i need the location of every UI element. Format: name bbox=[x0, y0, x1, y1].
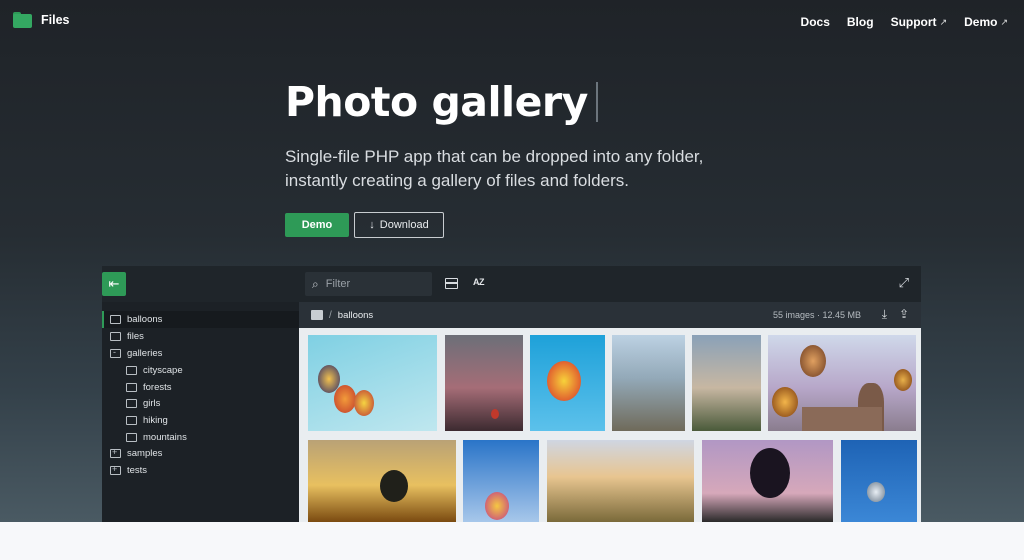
tree-item-galleries[interactable]: galleries bbox=[110, 347, 163, 359]
brand-name: Files bbox=[41, 13, 70, 27]
tree-item-girls[interactable]: girls bbox=[126, 398, 160, 409]
tree-item-samples[interactable]: samples bbox=[110, 447, 163, 459]
folder-icon bbox=[126, 433, 137, 442]
sidebar-toggle-icon[interactable]: ⇤ bbox=[102, 272, 126, 296]
breadcrumb-separator: / bbox=[329, 309, 332, 321]
tree-item-hiking[interactable]: hiking bbox=[126, 415, 168, 426]
nav-link-label: Support bbox=[890, 15, 937, 29]
text-cursor bbox=[595, 82, 598, 122]
download-button[interactable]: ↓ Download bbox=[354, 212, 444, 238]
filter-placeholder: Filter bbox=[325, 278, 351, 290]
sidebar-header: ⇤ bbox=[102, 266, 299, 302]
thumbnail[interactable] bbox=[612, 335, 685, 431]
hero-section: Files Docs Blog Support ↗ Demo ↗ Photo gal… bbox=[0, 0, 1024, 522]
folder-icon bbox=[110, 315, 121, 324]
download-folder-icon[interactable]: ⤓ bbox=[882, 307, 887, 322]
tree-item-label: samples bbox=[127, 448, 163, 459]
fullscreen-icon[interactable]: ⤢ bbox=[899, 275, 909, 291]
tree-item-files[interactable]: files bbox=[110, 331, 144, 342]
tree-item-label: balloons bbox=[127, 314, 163, 325]
thumbnail-grid bbox=[299, 328, 921, 522]
breadcrumb: / balloons 55 images · 12.45 MB ⤓ ⇪ bbox=[299, 302, 921, 328]
tree-item-label: cityscape bbox=[143, 365, 183, 376]
tree-item-label: hiking bbox=[143, 415, 168, 426]
brand[interactable]: Files bbox=[13, 12, 70, 28]
thumbnail[interactable] bbox=[530, 335, 605, 431]
folder-icon bbox=[126, 399, 137, 408]
tree-item-mountains[interactable]: mountains bbox=[126, 432, 187, 443]
home-folder-icon[interactable] bbox=[311, 310, 323, 320]
top-navigation: Files Docs Blog Support ↗ Demo ↗ bbox=[0, 0, 1024, 44]
nav-link-support[interactable]: Support ↗ bbox=[891, 15, 948, 29]
share-icon[interactable]: ⇪ bbox=[899, 307, 909, 321]
thumbnail[interactable] bbox=[702, 440, 833, 522]
thumbnail[interactable] bbox=[445, 335, 523, 431]
download-icon: ↓ bbox=[369, 219, 375, 231]
sort-az-icon[interactable]: AZ bbox=[473, 277, 485, 287]
nav-link-label: Docs bbox=[800, 15, 830, 29]
folder-icon bbox=[126, 383, 137, 392]
tree-item-label: tests bbox=[127, 465, 148, 476]
filter-input[interactable]: ⌕ Filter bbox=[305, 272, 432, 296]
nav-link-demo[interactable]: Demo ↗ bbox=[964, 15, 1008, 29]
download-button-label: Download bbox=[379, 219, 429, 231]
nav-link-blog[interactable]: Blog bbox=[847, 15, 874, 29]
folder-tree: balloons files galleries cityscape fores… bbox=[102, 302, 299, 522]
tree-item-label: galleries bbox=[127, 348, 163, 359]
tree-item-label: forests bbox=[143, 382, 172, 393]
thumbnail[interactable] bbox=[768, 335, 916, 431]
folder-icon bbox=[126, 366, 137, 375]
tree-item-label: mountains bbox=[143, 432, 187, 443]
thumbnail[interactable] bbox=[841, 440, 917, 522]
thumbnail[interactable] bbox=[308, 335, 437, 431]
search-icon: ⌕ bbox=[312, 276, 319, 291]
tree-item-balloons[interactable]: balloons bbox=[102, 311, 299, 328]
app-toolbar: ⌕ Filter AZ ⤢ bbox=[299, 266, 921, 302]
nav-link-docs[interactable]: Docs bbox=[801, 15, 830, 29]
folder-icon bbox=[126, 416, 137, 425]
tree-item-cityscape[interactable]: cityscape bbox=[126, 365, 183, 376]
folder-open-icon bbox=[110, 347, 121, 358]
breadcrumb-current[interactable]: balloons bbox=[338, 310, 373, 321]
folder-plus-icon bbox=[110, 464, 121, 475]
nav-links: Docs Blog Support ↗ Demo ↗ bbox=[801, 15, 1008, 29]
external-link-icon: ↗ bbox=[939, 16, 948, 27]
tree-item-tests[interactable]: tests bbox=[110, 464, 148, 476]
thumbnail[interactable] bbox=[308, 440, 456, 522]
folder-icon bbox=[110, 332, 121, 341]
nav-link-label: Demo bbox=[964, 15, 998, 29]
folder-stats: 55 images · 12.45 MB bbox=[772, 310, 861, 320]
app-screenshot: ⇤ ⌕ Filter AZ ⤢ balloons files galleries… bbox=[102, 266, 921, 522]
folder-logo-icon bbox=[13, 12, 32, 28]
thumbnail[interactable] bbox=[547, 440, 694, 522]
page-title-text: Photo gallery bbox=[285, 78, 588, 126]
thumbnail[interactable] bbox=[692, 335, 761, 431]
tree-item-forests[interactable]: forests bbox=[126, 382, 172, 393]
tree-item-label: files bbox=[127, 331, 144, 342]
tree-item-label: girls bbox=[143, 398, 161, 409]
external-link-icon: ↗ bbox=[1000, 16, 1008, 27]
page-subtitle: Single-file PHP app that can be dropped … bbox=[285, 147, 704, 190]
folder-plus-icon bbox=[110, 447, 121, 458]
demo-button[interactable]: Demo bbox=[285, 213, 349, 237]
gallery-main: / balloons 55 images · 12.45 MB ⤓ ⇪ bbox=[299, 302, 921, 522]
thumbnail[interactable] bbox=[463, 440, 539, 522]
layout-icon[interactable] bbox=[445, 278, 458, 289]
nav-link-label: Blog bbox=[846, 15, 874, 29]
page-title: Photo gallery bbox=[285, 78, 598, 126]
